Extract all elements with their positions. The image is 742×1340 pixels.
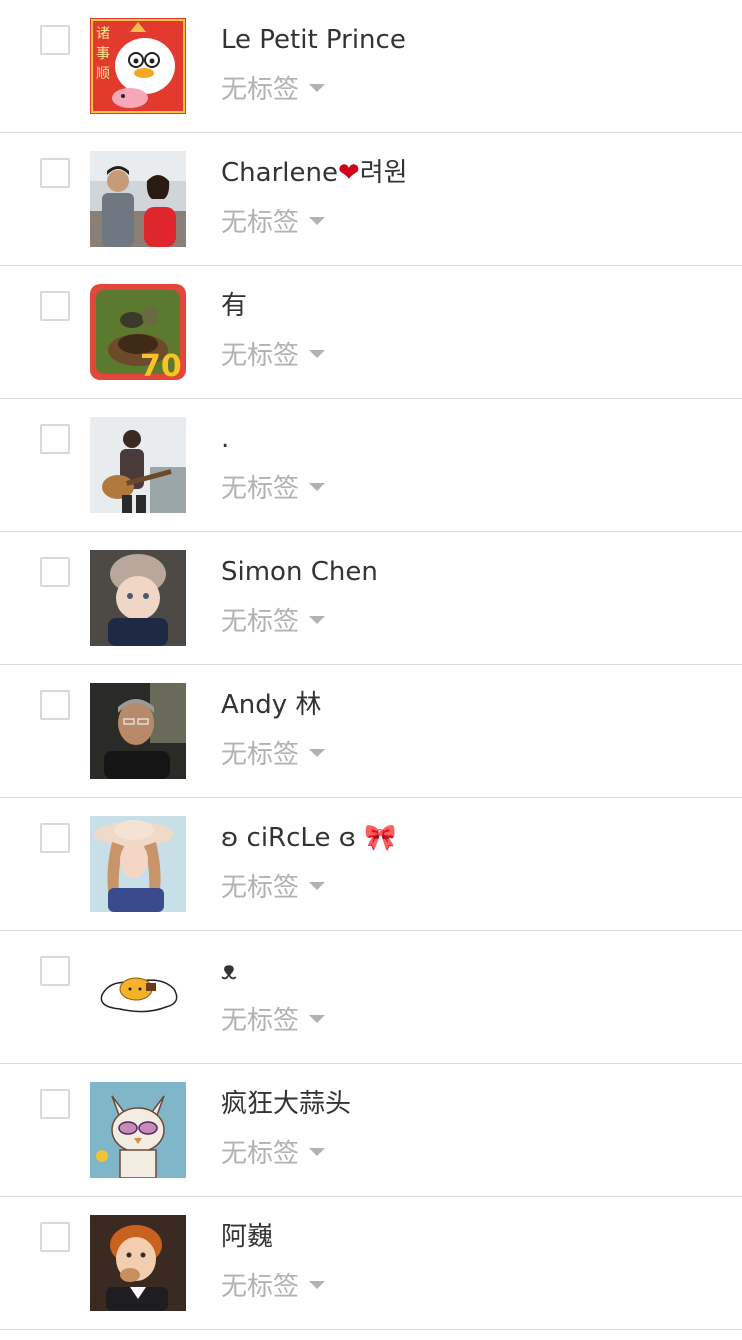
contact-name: ᴥ	[221, 953, 237, 989]
boy-eating-avatar[interactable]	[90, 1215, 186, 1311]
baby-beanie-avatar[interactable]	[90, 550, 186, 646]
contact-name: 疯狂大蒜头	[221, 1086, 351, 1122]
select-checkbox[interactable]	[40, 158, 70, 188]
caret-down-icon	[309, 349, 326, 358]
contact-name-text: Le Petit Prince	[221, 25, 406, 55]
select-checkbox[interactable]	[40, 1089, 70, 1119]
tag-label: 无标签	[221, 873, 300, 903]
contact-name: .	[221, 421, 229, 457]
tag-dropdown[interactable]: 无标签	[221, 604, 326, 640]
contact-row[interactable]: 疯狂大蒜头 无标签	[0, 1064, 742, 1197]
select-checkbox[interactable]	[40, 1222, 70, 1252]
svg-text:事: 事	[96, 46, 110, 62]
caret-down-icon	[309, 1147, 326, 1156]
contact-name-text: .	[221, 424, 230, 454]
svg-text:顺: 顺	[96, 66, 110, 82]
select-checkbox[interactable]	[40, 557, 70, 587]
duck-pig-cartoon-avatar[interactable]: 诸 事 顺	[90, 18, 186, 114]
contact-name: Le Petit Prince	[221, 22, 406, 58]
contact-name-suffix: 려원	[359, 158, 408, 188]
caret-down-icon	[309, 216, 326, 225]
caret-down-icon	[309, 482, 326, 491]
caret-down-icon	[309, 615, 326, 624]
tag-dropdown[interactable]: 无标签	[221, 1003, 326, 1039]
contact-row[interactable]: . 无标签	[0, 399, 742, 532]
lazy-egg-avatar[interactable]	[90, 949, 186, 1045]
contact-row[interactable]: Simon Chen 无标签	[0, 532, 742, 665]
caret-down-icon	[309, 748, 326, 757]
select-checkbox[interactable]	[40, 291, 70, 321]
tag-label: 无标签	[221, 474, 300, 504]
cat-mask-drawing-avatar[interactable]	[90, 1082, 186, 1178]
tag-dropdown[interactable]: 无标签	[221, 471, 326, 507]
older-man-avatar[interactable]	[90, 683, 186, 779]
tag-dropdown[interactable]: 无标签	[221, 870, 326, 906]
contact-name-text: Simon Chen	[221, 557, 378, 587]
woman-sunhat-avatar[interactable]	[90, 816, 186, 912]
select-checkbox[interactable]	[40, 956, 70, 986]
tag-dropdown[interactable]: 无标签	[221, 72, 326, 108]
select-checkbox[interactable]	[40, 25, 70, 55]
couple-photo-avatar[interactable]	[90, 151, 186, 247]
contact-name: ʚ ciRcLe ɞ 🎀	[221, 820, 397, 856]
heart-icon: ❤	[337, 158, 360, 188]
select-checkbox[interactable]	[40, 690, 70, 720]
caret-down-icon	[309, 881, 326, 890]
select-checkbox[interactable]	[40, 424, 70, 454]
caret-down-icon	[309, 1280, 326, 1289]
tag-dropdown[interactable]: 无标签	[221, 737, 326, 773]
tag-label: 无标签	[221, 1139, 300, 1169]
tag-dropdown[interactable]: 无标签	[221, 205, 326, 241]
contact-name-text: 有	[221, 291, 248, 321]
contact-name: Charlene❤려원	[221, 155, 408, 191]
tag-label: 无标签	[221, 740, 300, 770]
tag-label: 无标签	[221, 1006, 300, 1036]
tag-dropdown[interactable]: 无标签	[221, 338, 326, 374]
tag-label: 无标签	[221, 208, 300, 238]
contact-row[interactable]: ʚ ciRcLe ɞ 🎀 无标签	[0, 798, 742, 931]
contact-row[interactable]: 阿巍 无标签	[0, 1197, 742, 1330]
contact-list: 诸 事 顺 Le Petit Prince 无标签 Charlene❤려원 无标…	[0, 0, 742, 1330]
contact-name: Andy 林	[221, 687, 321, 723]
bird-nest-avatar[interactable]: 70	[90, 284, 186, 380]
contact-name-text: Charlene	[221, 158, 338, 188]
guitar-player-avatar[interactable]	[90, 417, 186, 513]
caret-down-icon	[309, 1014, 326, 1023]
contact-row[interactable]: Charlene❤려원 无标签	[0, 133, 742, 266]
tag-label: 无标签	[221, 341, 300, 371]
ribbon-icon: 🎀	[364, 823, 397, 853]
contact-row[interactable]: Andy 林 无标签	[0, 665, 742, 798]
contact-name-text: Andy 林	[221, 690, 322, 720]
select-checkbox[interactable]	[40, 823, 70, 853]
tag-label: 无标签	[221, 607, 300, 637]
caret-down-icon	[309, 83, 326, 92]
contact-row[interactable]: ᴥ 无标签	[0, 931, 742, 1064]
contact-name: 阿巍	[221, 1219, 273, 1255]
svg-text:诸: 诸	[96, 26, 110, 42]
contact-row[interactable]: 诸 事 顺 Le Petit Prince 无标签	[0, 0, 742, 133]
contact-name: Simon Chen	[221, 554, 378, 590]
tag-dropdown[interactable]: 无标签	[221, 1269, 326, 1305]
contact-name-text: ʚ ciRcLe ɞ	[221, 823, 365, 853]
contact-row[interactable]: 70 有 无标签	[0, 266, 742, 399]
tag-dropdown[interactable]: 无标签	[221, 1136, 326, 1172]
tag-label: 无标签	[221, 1272, 300, 1302]
contact-name-text: 阿巍	[221, 1222, 274, 1252]
svg-text:70: 70	[140, 349, 182, 380]
contact-name-text: 疯狂大蒜头	[221, 1089, 352, 1119]
contact-name-text: ᴥ	[221, 956, 237, 986]
contact-name: 有	[221, 288, 247, 324]
tag-label: 无标签	[221, 75, 300, 105]
